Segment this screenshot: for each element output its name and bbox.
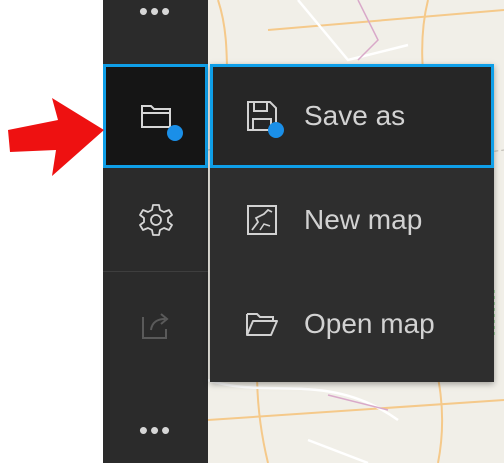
folder-icon — [140, 105, 171, 128]
more-icon: ••• — [138, 0, 173, 26]
menu-item-label: Open map — [304, 308, 435, 339]
save-icon — [244, 98, 284, 138]
notification-dot — [167, 125, 183, 141]
new-map-icon — [244, 202, 280, 238]
open-menu-button[interactable] — [103, 64, 208, 168]
open-folder-icon — [244, 306, 280, 342]
menu-item-label: Save as — [304, 100, 406, 131]
menu-item-open-map[interactable]: Open map — [210, 272, 494, 376]
screenshot-stage: ••• ••• Save as New map Open map — [0, 0, 504, 463]
red-arrow-icon — [8, 98, 104, 176]
settings-button[interactable] — [103, 168, 208, 272]
gear-icon — [138, 203, 173, 236]
share-button[interactable] — [103, 273, 208, 377]
left-toolbar: ••• ••• — [103, 0, 208, 463]
menu-item-new-map[interactable]: New map — [210, 168, 494, 272]
more-options-bottom-button[interactable]: ••• — [103, 405, 208, 455]
menu-item-save-as[interactable]: Save as — [210, 64, 494, 168]
file-menu: Save as New map Open map — [210, 64, 494, 382]
menu-item-label: New map — [304, 204, 423, 235]
notification-dot — [268, 122, 284, 138]
share-icon — [141, 313, 169, 339]
more-options-top-button[interactable]: ••• — [103, 0, 208, 26]
more-icon: ••• — [138, 415, 173, 445]
